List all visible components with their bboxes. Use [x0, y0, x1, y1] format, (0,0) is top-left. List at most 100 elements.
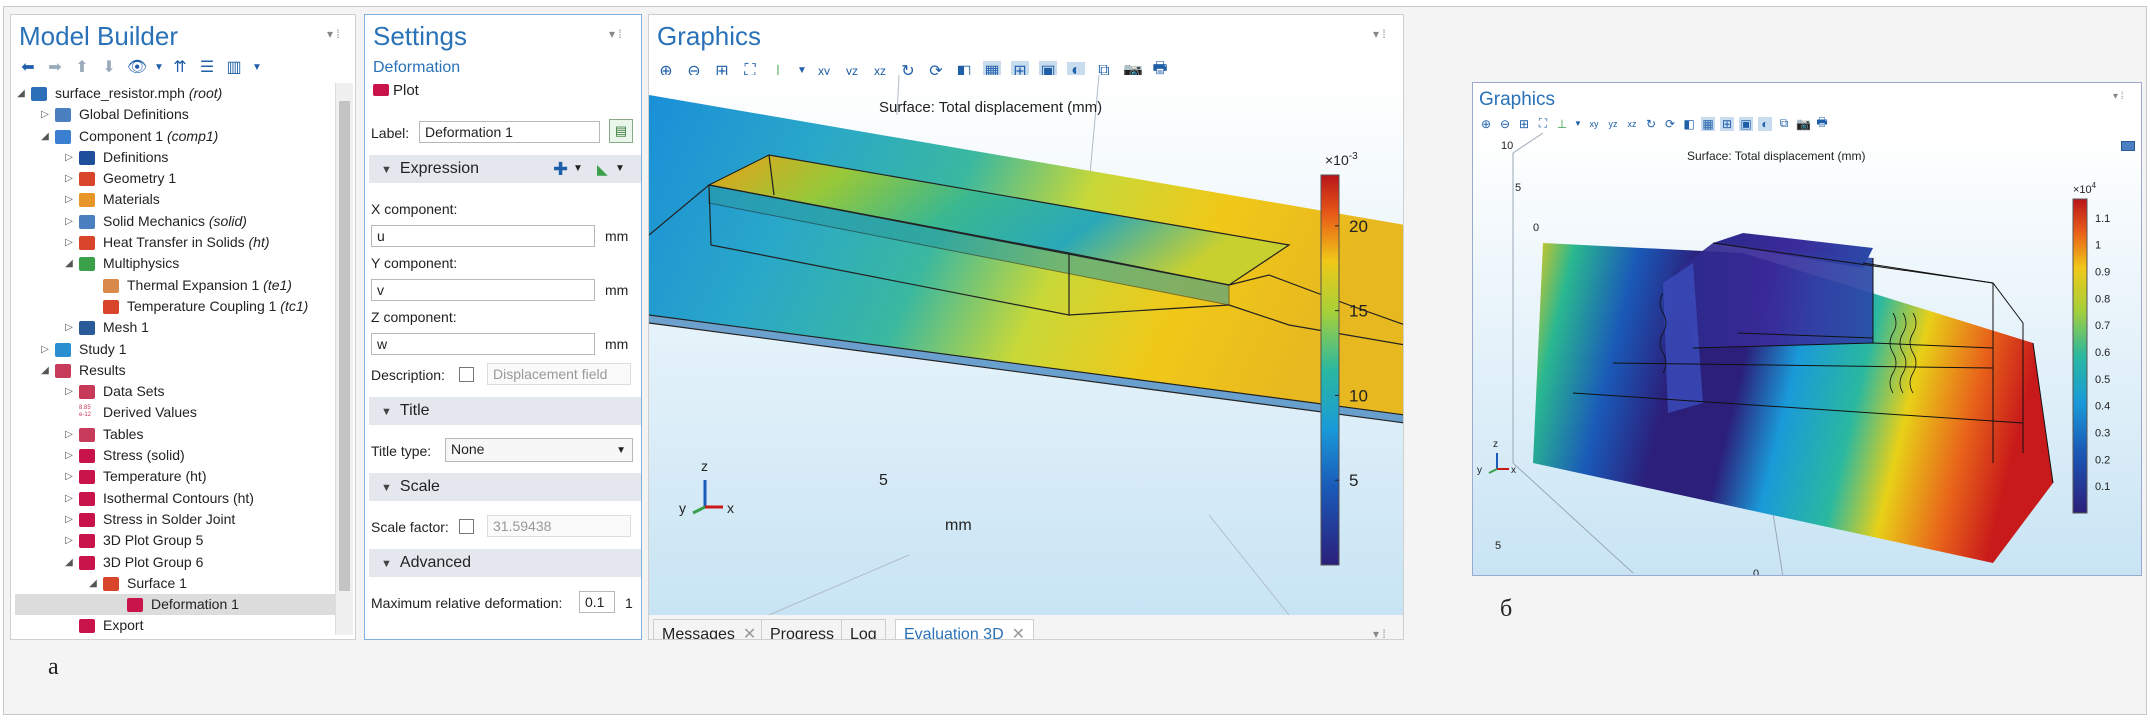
- back-arrow-icon[interactable]: ⬅: [19, 57, 37, 77]
- expand-arrow-icon[interactable]: ▷: [63, 147, 75, 168]
- tree-item[interactable]: ▷ Materials: [15, 189, 337, 210]
- tree-item[interactable]: ▷ Study 1: [15, 339, 337, 360]
- zoom-in-icon[interactable]: ⊕: [1479, 117, 1493, 131]
- title-section-header[interactable]: ▼ Title: [369, 397, 641, 425]
- scale-factor-checkbox[interactable]: [459, 519, 474, 534]
- expand-arrow-icon[interactable]: ▷: [39, 339, 51, 360]
- axis-orientation-icon[interactable]: ⊞: [1720, 116, 1734, 131]
- print-icon[interactable]: 🖶: [1815, 113, 1829, 134]
- collapse-arrow-icon[interactable]: ◢: [87, 573, 99, 594]
- label-reset-icon[interactable]: ▤: [609, 119, 633, 143]
- z-component-field[interactable]: w: [371, 333, 595, 355]
- expand-arrow-icon[interactable]: ▷: [39, 104, 51, 125]
- close-icon[interactable]: ✕: [1012, 626, 1025, 639]
- description-checkbox[interactable]: [459, 367, 474, 382]
- view-yz-icon[interactable]: yz: [1606, 119, 1620, 129]
- wireframe-icon[interactable]: ⧉: [1777, 116, 1791, 131]
- tree-item[interactable]: Export: [15, 615, 337, 636]
- tree-item[interactable]: ◢ Multiphysics: [15, 253, 337, 274]
- screenshot-icon[interactable]: 📷: [1796, 117, 1811, 131]
- tree-item[interactable]: ▷ Isothermal Contours (ht): [15, 488, 337, 509]
- x-component-field[interactable]: u: [371, 225, 595, 247]
- replace-expression-icon[interactable]: ◣: [597, 155, 608, 183]
- tree-item[interactable]: ◢ 3D Plot Group 6: [15, 552, 337, 573]
- tab-log[interactable]: Log: [841, 619, 886, 639]
- tree-item[interactable]: ◢ Surface 1: [15, 573, 337, 594]
- collapse-arrow-icon[interactable]: ◢: [39, 360, 51, 381]
- dropdown-icon[interactable]: ▼: [154, 62, 164, 73]
- grid-icon[interactable]: ▦: [1701, 116, 1715, 131]
- advanced-section-header[interactable]: ▼ Advanced: [369, 549, 641, 577]
- dropdown-icon[interactable]: ▼: [252, 62, 262, 73]
- tree-item[interactable]: Thermal Expansion 1 (te1): [15, 275, 337, 296]
- tree-item[interactable]: 8.85 e-12 Derived Values: [15, 402, 337, 423]
- scene-light-icon[interactable]: ▣: [1739, 116, 1753, 131]
- dropdown-icon[interactable]: ▼: [615, 155, 625, 183]
- tree-item[interactable]: ▷ Mesh 1: [15, 317, 337, 338]
- add-icon[interactable]: ✚: [553, 155, 568, 183]
- expand-arrow-icon[interactable]: ▷: [63, 466, 75, 487]
- tab-evaluation-3d[interactable]: Evaluation 3D ✕: [895, 619, 1035, 639]
- expand-arrow-icon[interactable]: ▷: [63, 424, 75, 445]
- panel-menu-icon[interactable]: ▾ ⁞: [2113, 91, 2124, 102]
- collapse-arrow-icon[interactable]: ◢: [15, 83, 27, 104]
- move-up-icon[interactable]: ⬆: [73, 57, 91, 77]
- tree-item[interactable]: ▷ Solid Mechanics (solid): [15, 211, 337, 232]
- scale-factor-field[interactable]: 31.59438: [487, 515, 631, 537]
- tabbar-menu-icon[interactable]: ▾ ⁞: [1373, 627, 1386, 639]
- dropdown-icon[interactable]: ▼: [1574, 119, 1582, 128]
- tree-item[interactable]: Deformation 1: [15, 594, 337, 616]
- expand-arrow-icon[interactable]: ▷: [63, 189, 75, 210]
- expand-arrow-icon[interactable]: ▷: [63, 530, 75, 551]
- expand-arrow-icon[interactable]: ▷: [63, 211, 75, 232]
- zoom-out-icon[interactable]: ⊖: [1498, 117, 1512, 131]
- tree-item[interactable]: ▷ Heat Transfer in Solids (ht): [15, 232, 337, 253]
- panel-menu-icon[interactable]: ▾ ⁞: [1373, 27, 1386, 41]
- plot-canvas-b[interactable]: 105050 z x y ×104 1.110.90.80.70.60.50.4…: [1473, 133, 2142, 576]
- expand-arrow-icon[interactable]: ▷: [63, 381, 75, 402]
- expand-arrow-icon[interactable]: ▷: [63, 445, 75, 466]
- tab-messages[interactable]: Messages ✕: [653, 619, 766, 639]
- graphics-b-corner-icon[interactable]: [2121, 141, 2135, 151]
- tree-item[interactable]: ▷ Stress (solid): [15, 445, 337, 466]
- tab-progress[interactable]: Progress: [761, 619, 844, 639]
- tree-item[interactable]: ◢ surface_resistor.mph (root): [15, 83, 337, 104]
- camera-view-icon[interactable]: ◧: [1682, 117, 1696, 131]
- eye-icon[interactable]: 👁: [127, 57, 147, 77]
- expand-all-icon[interactable]: ☰: [198, 57, 216, 77]
- expand-arrow-icon[interactable]: ▷: [63, 168, 75, 189]
- tree-item[interactable]: ◢ Results: [15, 360, 337, 381]
- transparency-icon[interactable]: ◐: [1758, 116, 1772, 131]
- reset-view-icon[interactable]: ⟳: [1663, 117, 1677, 131]
- title-type-select[interactable]: None ▼: [445, 438, 633, 462]
- view-xz-icon[interactable]: xz: [1625, 119, 1639, 129]
- scrollbar-thumb[interactable]: [339, 101, 350, 591]
- collapse-all-icon[interactable]: ⇈: [171, 57, 189, 77]
- tree-item[interactable]: ▷ Tables: [15, 424, 337, 445]
- panel-menu-icon[interactable]: ▾ ⁞: [609, 27, 622, 41]
- expand-arrow-icon[interactable]: ▷: [63, 232, 75, 253]
- collapse-arrow-icon[interactable]: ◢: [39, 126, 51, 147]
- label-field[interactable]: Deformation 1: [419, 121, 600, 143]
- view-options-icon[interactable]: ▥: [225, 57, 243, 77]
- rotate-icon[interactable]: ↻: [1644, 117, 1658, 131]
- collapse-arrow-icon[interactable]: ◢: [63, 552, 75, 573]
- tree-item[interactable]: ▷ Data Sets: [15, 381, 337, 402]
- tree-item[interactable]: ▷ Geometry 1: [15, 168, 337, 189]
- tree-item[interactable]: ▷ 3D Plot Group 5: [15, 530, 337, 551]
- panel-menu-icon[interactable]: ▾ ⁞: [327, 27, 340, 41]
- plot-button[interactable]: Plot: [373, 82, 419, 99]
- expand-arrow-icon[interactable]: ▷: [63, 509, 75, 530]
- close-icon[interactable]: ✕: [743, 626, 756, 639]
- collapse-arrow-icon[interactable]: ◢: [63, 253, 75, 274]
- dropdown-icon[interactable]: ▼: [573, 155, 583, 183]
- plot-canvas[interactable]: 5 mm z x y ×10-3 2015105: [649, 75, 1404, 615]
- tree-item[interactable]: ▷ Global Definitions: [15, 104, 337, 125]
- move-down-icon[interactable]: ⬇: [100, 57, 118, 77]
- tree-item[interactable]: ▷ Definitions: [15, 147, 337, 168]
- description-field[interactable]: Displacement field: [487, 363, 631, 385]
- view-axes-icon[interactable]: ⊥: [1555, 117, 1569, 131]
- tree-item[interactable]: ▷ Temperature (ht): [15, 466, 337, 487]
- zoom-box-icon[interactable]: ⊞: [1517, 117, 1531, 131]
- scale-section-header[interactable]: ▼ Scale: [369, 473, 641, 501]
